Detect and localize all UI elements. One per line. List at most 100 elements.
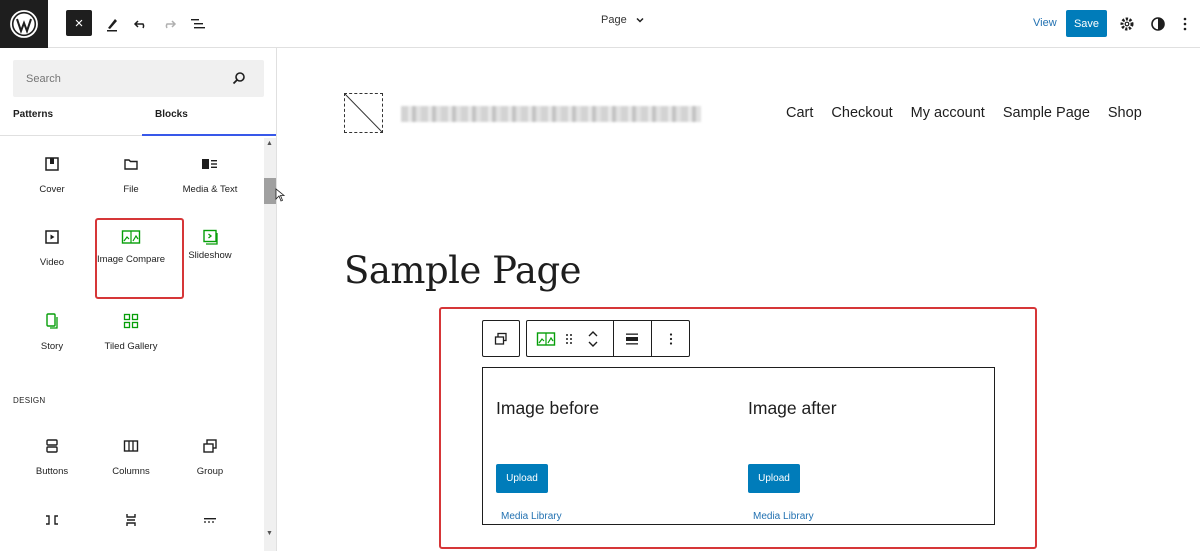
document-title-bar[interactable]: Page: [601, 14, 645, 26]
document-overview-button[interactable]: [184, 10, 212, 38]
image-before-heading: Image before: [496, 398, 600, 418]
align-wide-icon: [626, 333, 638, 344]
undo-button[interactable]: [127, 10, 155, 38]
block-label: Cover: [39, 184, 65, 195]
upload-before-button[interactable]: Upload: [496, 464, 548, 493]
wordpress-logo-button[interactable]: [0, 0, 48, 48]
nav-item-my-account[interactable]: My account: [911, 105, 985, 121]
block-label: Columns: [112, 466, 150, 477]
tab-blocks[interactable]: Blocks: [155, 109, 188, 135]
block-label: Story: [40, 341, 64, 352]
image-compare-icon: [536, 331, 556, 346]
block-type-button[interactable]: [533, 321, 559, 356]
site-title-blurred: [401, 106, 701, 122]
image-after-column: Image after Upload Media Library: [748, 398, 837, 522]
block-label: Video: [39, 257, 65, 268]
save-button[interactable]: Save: [1066, 10, 1107, 37]
media-library-after-link[interactable]: Media Library: [753, 511, 814, 522]
upload-after-button[interactable]: Upload: [748, 464, 800, 493]
image-compare-highlight: [95, 218, 184, 299]
scroll-down-arrow-icon[interactable]: ▼: [266, 530, 273, 537]
block-separator[interactable]: [171, 510, 249, 530]
block-label: Media & Text: [182, 184, 238, 195]
cover-icon: [45, 157, 59, 171]
block-row[interactable]: [13, 510, 91, 530]
stack-icon: [126, 514, 136, 526]
separator-icon: [204, 518, 216, 523]
columns-icon: [123, 440, 139, 452]
block-video[interactable]: Video: [13, 227, 91, 269]
wordpress-icon: [10, 10, 38, 38]
nav-item-checkout[interactable]: Checkout: [831, 105, 892, 121]
block-group[interactable]: Group: [171, 436, 249, 478]
story-icon: [46, 313, 58, 329]
scroll-up-arrow-icon[interactable]: ▲: [266, 140, 273, 147]
nav-item-cart[interactable]: Cart: [786, 105, 813, 121]
drag-handle-icon: [566, 333, 572, 344]
pencil-icon: [107, 19, 117, 32]
redo-icon: [165, 20, 177, 29]
nav-item-shop[interactable]: Shop: [1108, 105, 1142, 121]
options-button[interactable]: [1175, 10, 1195, 38]
active-tab-indicator: [142, 134, 276, 136]
block-tiled-gallery[interactable]: Tiled Gallery: [92, 311, 170, 353]
chevron-up-down-icon: [588, 330, 598, 347]
half-circle-icon: [1151, 17, 1165, 31]
site-logo-placeholder[interactable]: [344, 93, 383, 133]
styles-button[interactable]: [1144, 10, 1172, 38]
folder-icon: [124, 159, 138, 170]
image-before-column: Image before Upload Media Library: [496, 398, 600, 522]
block-buttons[interactable]: Buttons: [13, 436, 91, 478]
page-title[interactable]: Sample Page: [344, 249, 582, 292]
placeholder-icon: [345, 94, 382, 132]
nav-item-sample-page[interactable]: Sample Page: [1003, 105, 1090, 121]
drag-handle[interactable]: [561, 321, 577, 356]
parent-block-icon: [494, 332, 507, 345]
block-label: Buttons: [35, 466, 69, 477]
align-button[interactable]: [614, 321, 650, 356]
block-stack[interactable]: [92, 510, 170, 530]
block-inserter-panel: Patterns Blocks Cover File Media & Text …: [0, 48, 277, 551]
tab-patterns[interactable]: Patterns: [13, 109, 53, 135]
redo-button[interactable]: [155, 10, 183, 38]
chevron-down-icon: [636, 17, 644, 23]
tiled-gallery-icon: [123, 313, 139, 329]
buttons-icon: [46, 439, 58, 453]
more-vertical-icon: [1183, 17, 1187, 31]
image-compare-block[interactable]: Image before Upload Media Library Image …: [482, 367, 995, 525]
block-file[interactable]: File: [92, 154, 170, 196]
more-vertical-icon: [669, 332, 673, 345]
slideshow-icon: [203, 229, 218, 245]
mouse-cursor-icon: [275, 188, 285, 202]
view-link[interactable]: View: [1033, 17, 1057, 29]
site-navigation: Cart Checkout My account Sample Page Sho…: [786, 105, 1142, 121]
block-media-text[interactable]: Media & Text: [171, 154, 249, 196]
settings-button[interactable]: [1113, 10, 1141, 38]
undo-icon: [133, 20, 145, 29]
block-label: Tiled Gallery: [104, 341, 158, 352]
image-after-heading: Image after: [748, 398, 837, 418]
block-columns[interactable]: Columns: [92, 436, 170, 478]
block-cover[interactable]: Cover: [13, 154, 91, 196]
media-library-before-link[interactable]: Media Library: [501, 511, 562, 522]
tools-button[interactable]: [98, 10, 126, 38]
list-view-icon: [191, 19, 205, 29]
row-icon: [46, 515, 58, 525]
close-inserter-button[interactable]: ×: [66, 10, 92, 36]
close-icon: ×: [74, 14, 84, 32]
media-text-icon: [202, 159, 217, 169]
video-icon: [45, 230, 59, 244]
editor-top-bar: × Page View Save: [0, 0, 1200, 48]
select-parent-button[interactable]: [482, 320, 520, 357]
document-title: Page: [601, 14, 627, 26]
move-up-down-buttons[interactable]: [581, 321, 605, 356]
search-box: [13, 60, 264, 97]
group-icon: [203, 439, 217, 453]
search-input[interactable]: [13, 60, 228, 97]
block-label: File: [123, 184, 139, 195]
block-story[interactable]: Story: [13, 311, 91, 353]
block-options-button[interactable]: [652, 321, 690, 356]
block-label: Group: [196, 466, 224, 477]
design-section-label: DESIGN: [13, 396, 46, 405]
search-icon[interactable]: [232, 71, 246, 85]
